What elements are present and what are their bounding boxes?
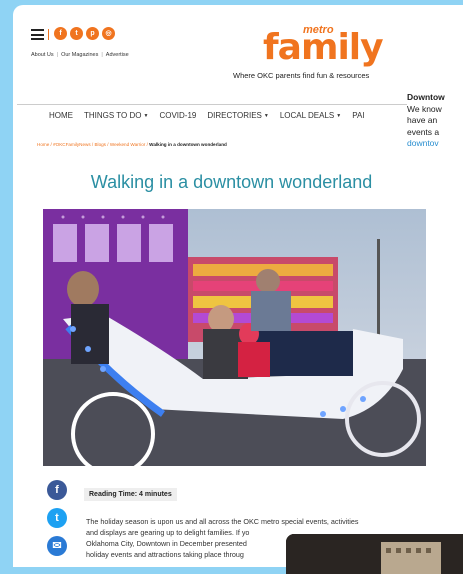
nav-divider — [17, 104, 407, 105]
social-links: f t p ◎ — [54, 27, 115, 40]
site-logo[interactable]: metro family — [263, 24, 384, 68]
tagline: Where OKC parents find fun & resources — [233, 71, 370, 80]
logo-family: family — [263, 27, 384, 68]
twitter-icon[interactable]: t — [70, 27, 83, 40]
instagram-icon[interactable]: ◎ — [102, 27, 115, 40]
top-links: About Us | Our Magazines | Advertise — [31, 52, 129, 58]
about-us-link[interactable]: About Us — [31, 52, 54, 58]
breadcrumb-home[interactable]: Home — [37, 142, 49, 147]
reading-time: Reading Time: 4 minutes — [84, 488, 177, 501]
promo-line: events a — [407, 126, 440, 137]
breadcrumb-weekend-warrior[interactable]: Weekend Warrior — [110, 142, 146, 147]
breadcrumb: Home / #OKCFamilyNews / Blogs / Weekend … — [37, 142, 227, 147]
header-divider — [48, 29, 49, 40]
nav-partial[interactable]: PAI — [352, 111, 364, 120]
article-hero-image — [43, 209, 426, 466]
breadcrumb-blogs[interactable]: Blogs — [94, 142, 106, 147]
promo-sidebar: Downtow We know have an events a downtov — [407, 92, 463, 150]
nav-local-deals[interactable]: LOCAL DEALS ▼ — [280, 111, 341, 120]
promo-link[interactable]: downtov — [407, 138, 463, 150]
nav-home[interactable]: HOME — [49, 111, 73, 120]
email-icon[interactable]: ✉ — [47, 536, 67, 556]
twitter-icon[interactable]: t — [47, 508, 67, 528]
advertise-link[interactable]: Advertise — [106, 52, 129, 58]
nav-directories[interactable]: DIRECTORIES ▼ — [207, 111, 268, 120]
pinterest-icon[interactable]: p — [86, 27, 99, 40]
main-nav: HOME THINGS TO DO ▼ COVID-19 DIRECTORIES ▼… — [49, 111, 365, 120]
facebook-icon[interactable]: f — [47, 480, 67, 500]
share-bar: f t ✉ — [47, 480, 67, 556]
facebook-icon[interactable]: f — [54, 27, 67, 40]
body-line: The holiday season is upon us and all ac… — [86, 517, 359, 526]
our-magazines-link[interactable]: Our Magazines — [61, 52, 98, 58]
nav-covid-19[interactable]: COVID-19 — [159, 111, 196, 120]
chevron-down-icon: ▼ — [336, 112, 342, 119]
nav-things-to-do[interactable]: THINGS TO DO ▼ — [84, 111, 148, 120]
floating-video-player[interactable] — [286, 534, 463, 574]
breadcrumb-okcfamilynews[interactable]: #OKCFamilyNews — [53, 142, 91, 147]
chevron-down-icon: ▼ — [263, 112, 269, 119]
promo-title: Downtow — [407, 92, 445, 102]
promo-line: have an — [407, 115, 438, 125]
chevron-down-icon: ▼ — [143, 112, 149, 119]
promo-line: We know — [407, 103, 442, 114]
article-title: Walking in a downtown wonderland — [90, 172, 373, 192]
menu-icon[interactable] — [31, 29, 44, 40]
video-thumbnail — [286, 534, 463, 574]
breadcrumb-current: Walking in a downtown wonderland — [149, 142, 227, 147]
